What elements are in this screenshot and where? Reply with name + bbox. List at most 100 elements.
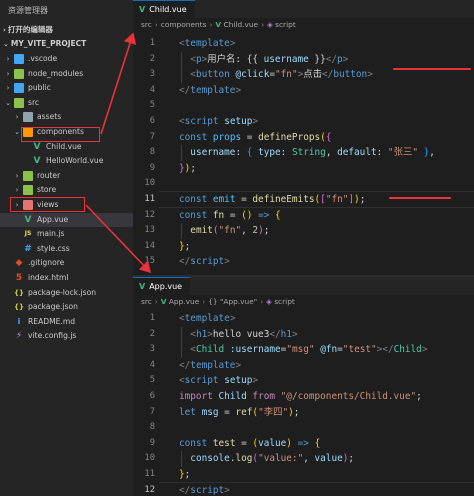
- tree-item-public-folder[interactable]: › public: [0, 81, 133, 95]
- code-token: >: [291, 328, 298, 340]
- tree-item-store-folder[interactable]: › store: [0, 183, 133, 197]
- code-token: "fn": [218, 225, 242, 237]
- code-token: h1: [280, 328, 292, 340]
- code-token: defineProps: [258, 131, 321, 143]
- open-editors-section[interactable]: › 打开的编辑器: [3, 24, 53, 35]
- code-line: <template>: [179, 311, 235, 327]
- tree-item-package-json-file[interactable]: {} package.json: [0, 300, 133, 314]
- code-token: import: [179, 391, 213, 402]
- tree-item-label: index.html: [28, 273, 69, 282]
- project-section[interactable]: ⌄ MY_VITE_PROJECT: [3, 39, 86, 48]
- code-token: ,: [429, 147, 435, 159]
- tree-item-assets-folder[interactable]: › assets: [0, 110, 133, 124]
- editor-app-vue[interactable]: V App.vue src › V App.vue ›{} "App.vue" › ◈ sc…: [133, 275, 474, 496]
- code-token: ;: [184, 240, 191, 252]
- code-token: value: [258, 437, 287, 449]
- tree-item-gitignore-file[interactable]: ◆ .gitignore: [0, 256, 133, 270]
- chevron-right-icon: ›: [15, 186, 19, 195]
- code-token: </: [322, 69, 334, 81]
- tree-item-router-folder[interactable]: › router: [0, 169, 133, 183]
- code-token: script: [184, 116, 219, 127]
- code-token: ref: [235, 406, 253, 418]
- tab-child-vue[interactable]: V Child.vue: [133, 0, 195, 18]
- tab-app-vue[interactable]: V App.vue: [133, 277, 191, 295]
- tree-item-label: .vscode: [28, 54, 58, 63]
- tree-item-app-vue-file[interactable]: V App.vue: [0, 212, 133, 227]
- vite-file-icon: ⚡: [15, 331, 23, 342]
- line-number: 3: [149, 69, 155, 80]
- tree-item-label: src: [28, 97, 40, 107]
- code-token: "fn": [325, 194, 349, 205]
- chevron-down-icon: ⌄: [5, 98, 11, 107]
- tree-item-package-lock-file[interactable]: {} package-lock.json: [0, 286, 133, 300]
- breadcrumb-item[interactable]: src: [141, 20, 152, 29]
- chevron-right-icon: ›: [6, 69, 10, 78]
- line-number: 11: [144, 469, 155, 479]
- breadcrumb-item[interactable]: {} "App.vue": [208, 297, 257, 306]
- editor-child-vue[interactable]: V Child.vue src › components › V Child.vue › ◈ …: [133, 0, 474, 273]
- code-token: from: [252, 391, 275, 402]
- indent-guide: [181, 326, 182, 358]
- project-label: MY_VITE_PROJECT: [10, 39, 87, 48]
- code-line: <Child :username="msg" @fn="test"></Chil…: [179, 342, 427, 358]
- breadcrumb-item[interactable]: Child.vue: [224, 20, 259, 29]
- tree-item-label: router: [37, 170, 61, 180]
- vue-file-icon: V: [33, 141, 41, 152]
- line-number: 12: [144, 484, 155, 495]
- code-token: =: [241, 131, 259, 143]
- tree-item-style-css-file[interactable]: # style.css: [0, 242, 133, 256]
- folder-icon: [14, 68, 24, 79]
- tree-item-label: README.md: [28, 316, 76, 326]
- code-token: msg: [201, 406, 219, 418]
- line-number: 15: [144, 256, 155, 267]
- breadcrumb-item[interactable]: script: [274, 297, 295, 306]
- tab-bar: V App.vue: [133, 277, 474, 295]
- chevron-right-icon: ›: [261, 20, 265, 29]
- indent-guide: [181, 223, 182, 239]
- open-editors-label: 打开的编辑器: [7, 25, 53, 34]
- code-token: type: [258, 147, 281, 159]
- code-token: ;: [293, 406, 300, 418]
- code-token: =>: [258, 209, 270, 221]
- breadcrumb-item[interactable]: script: [275, 20, 296, 29]
- line-number: 1: [149, 313, 155, 323]
- tree-item-helloworld-vue-file[interactable]: V HelloWorld.vue: [0, 154, 133, 168]
- line-number: 7: [149, 406, 155, 417]
- code-token: </: [179, 359, 191, 371]
- code-line: };: [179, 239, 190, 255]
- line-number: 6: [149, 391, 155, 401]
- chevron-down-icon: ⌄: [14, 128, 20, 136]
- tab-bar: V Child.vue: [133, 0, 474, 18]
- line-number: 11: [144, 194, 155, 204]
- code-token: defineEmits: [252, 194, 315, 205]
- code-token: props: [212, 131, 242, 143]
- tree-item-readme-file[interactable]: i README.md: [0, 315, 133, 329]
- tree-item-index-html-file[interactable]: 5 index.html: [0, 271, 133, 285]
- code-token: script: [190, 484, 225, 496]
- chevron-right-icon: ›: [15, 113, 19, 122]
- breadcrumb-item[interactable]: src: [141, 297, 152, 306]
- code-token: emit: [190, 225, 213, 237]
- code-line: <template>: [179, 36, 235, 52]
- code-line: </template>: [179, 358, 241, 374]
- breadcrumb-item[interactable]: App.vue: [169, 297, 199, 306]
- code-token: >: [229, 38, 236, 49]
- chevron-right-icon: ›: [15, 171, 19, 180]
- code-token: "@/components/Child.vue": [280, 391, 417, 402]
- tree-item-node-modules-folder[interactable]: › node_modules: [0, 67, 133, 81]
- line-number: 8: [149, 147, 155, 158]
- code-token: "msg": [286, 344, 315, 356]
- code-token: >: [229, 313, 236, 324]
- tree-item-label: vite.config.js: [28, 331, 77, 341]
- tree-item-main-js-file[interactable]: JS main.js: [0, 227, 133, 241]
- tree-item-src-folder[interactable]: ⌄ src: [0, 96, 133, 110]
- breadcrumb-item[interactable]: components: [161, 20, 207, 29]
- code-token: ,: [241, 225, 253, 237]
- tree-item-vite-config-file[interactable]: ⚡ vite.config.js: [0, 329, 133, 343]
- symbol-icon: ◈: [266, 297, 272, 306]
- code-line: });: [179, 161, 196, 177]
- code-token: >: [224, 484, 230, 496]
- code-token: console: [190, 453, 230, 465]
- tree-item-vscode-folder[interactable]: › .vscode: [0, 52, 133, 66]
- code-token: :: [376, 147, 388, 159]
